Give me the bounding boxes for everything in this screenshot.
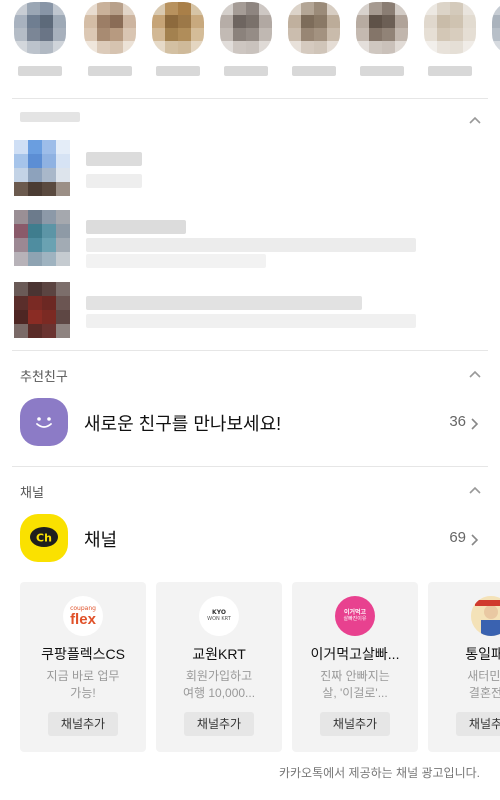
avatar <box>356 2 408 54</box>
avatar <box>424 2 476 54</box>
add-channel-button[interactable]: 채널추가 <box>456 712 500 736</box>
favorite-friend[interactable] <box>10 0 70 90</box>
recommended-friends-label: 새로운 친구를 만나보세요! <box>84 414 282 434</box>
channels-label: 채널 <box>84 530 118 550</box>
avatar <box>152 2 204 54</box>
blurred-status <box>86 238 416 252</box>
diet-channel-logo: 이거먹고 살빠진이유 <box>335 596 375 636</box>
avatar <box>14 2 66 54</box>
channels-count: 69 <box>449 529 466 546</box>
list-item[interactable] <box>0 136 500 196</box>
chevron-right-icon <box>470 532 480 546</box>
favorite-friend[interactable] <box>420 0 480 90</box>
favorite-friend-name <box>88 66 132 76</box>
blurred-name <box>86 220 186 234</box>
blurred-status <box>86 314 416 328</box>
favorite-friend-name <box>428 66 472 76</box>
channel-card-desc: 지금 바로 업무 가능! <box>46 669 120 700</box>
avatar <box>288 2 340 54</box>
divider <box>12 98 488 99</box>
channel-logo <box>471 596 500 636</box>
channel-card-desc: 회원가입하고 여행 10,000... <box>182 669 256 700</box>
recommended-friends-row[interactable]: 새로운 친구를 만나보세요! 36 <box>0 398 500 458</box>
smile-face-icon <box>20 398 68 446</box>
channel-card[interactable]: 이거먹고 살빠진이유 이거먹고살빠... 진짜 안빠지는 살, '이걸로'...… <box>292 582 418 752</box>
channel-card[interactable]: KYO WON KRT 교원KRT 회원가입하고 여행 10,000... 채널… <box>156 582 282 752</box>
favorite-friend[interactable] <box>216 0 276 90</box>
avatar <box>14 140 70 196</box>
kakao-channel-icon: Ch <box>20 514 68 562</box>
favorite-friend-name <box>292 66 336 76</box>
collapse-chevron-icon[interactable] <box>468 114 482 128</box>
channel-card-title: 통일패밀 <box>465 646 500 662</box>
divider <box>12 350 488 351</box>
blurred-status <box>86 254 266 268</box>
section-title-channels: 채널 <box>20 485 44 500</box>
channel-ad-cards[interactable]: coupang flex 쿠팡플렉스CS 지금 바로 업무 가능! 채널추가 K… <box>0 582 500 754</box>
section-title-blurred <box>20 112 80 122</box>
favorite-friend[interactable] <box>488 0 500 90</box>
favorite-friend[interactable] <box>80 0 140 90</box>
avatar <box>84 2 136 54</box>
add-channel-button[interactable]: 채널추가 <box>48 712 118 736</box>
avatar <box>14 210 70 266</box>
add-channel-button[interactable]: 채널추가 <box>184 712 254 736</box>
favorite-friend-name <box>224 66 268 76</box>
coupang-flex-logo: coupang flex <box>63 596 103 636</box>
list-item[interactable] <box>0 278 500 338</box>
avatar <box>220 2 272 54</box>
channel-card[interactable]: 통일패밀 새터민 남 결혼전문 채널추가 <box>428 582 500 752</box>
blurred-name <box>86 152 142 166</box>
favorite-friends-strip[interactable] <box>0 0 500 96</box>
favorite-friend[interactable] <box>148 0 208 90</box>
channel-card-desc: 새터민 남 결혼전문 <box>467 669 500 700</box>
blurred-status <box>86 174 142 188</box>
svg-text:Ch: Ch <box>36 532 52 545</box>
kyowon-krt-logo: KYO WON KRT <box>199 596 239 636</box>
chevron-right-icon <box>470 416 480 430</box>
collapse-chevron-icon[interactable] <box>468 484 482 498</box>
channel-card-desc: 진짜 안빠지는 살, '이걸로'... <box>320 669 390 700</box>
channel-ad-notice: 카카오톡에서 제공하는 채널 광고입니다. <box>278 766 480 780</box>
favorite-friend-name <box>360 66 404 76</box>
friends-tab-screen: 추천친구 새로운 친구를 만나보세요! 36 채널 Ch 채널 69 coupa… <box>0 0 500 800</box>
recommended-friends-count: 36 <box>449 413 466 430</box>
list-item[interactable] <box>0 206 500 268</box>
section-title-recommended: 추천친구 <box>20 369 68 384</box>
channel-card-title: 쿠팡플렉스CS <box>41 646 125 662</box>
channel-card-title: 이거먹고살빠... <box>310 646 400 662</box>
avatar <box>14 282 70 338</box>
channels-row[interactable]: Ch 채널 69 <box>0 514 500 574</box>
divider <box>12 466 488 467</box>
favorite-friend[interactable] <box>284 0 344 90</box>
favorite-friend-name <box>18 66 62 76</box>
add-channel-button[interactable]: 채널추가 <box>320 712 390 736</box>
channel-card[interactable]: coupang flex 쿠팡플렉스CS 지금 바로 업무 가능! 채널추가 <box>20 582 146 752</box>
collapse-chevron-icon[interactable] <box>468 368 482 382</box>
avatar <box>492 2 500 54</box>
favorite-friend-name <box>156 66 200 76</box>
blurred-name <box>86 296 362 310</box>
favorite-friend[interactable] <box>352 0 412 90</box>
channel-card-title: 교원KRT <box>192 646 246 662</box>
